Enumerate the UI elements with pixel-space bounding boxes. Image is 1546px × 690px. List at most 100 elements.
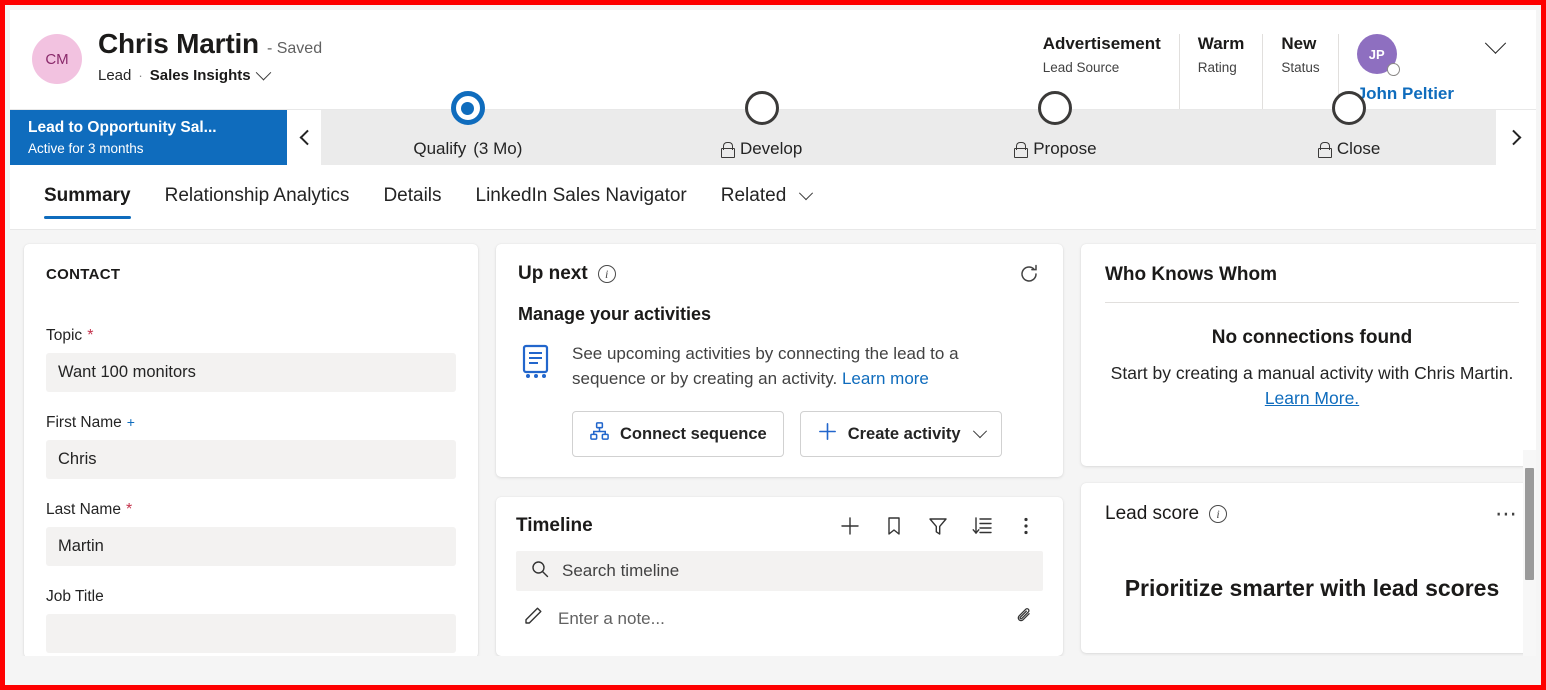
bpf-stage-qualify-duration: (3 Mo) [473, 139, 522, 159]
chevron-down-icon [1484, 32, 1505, 53]
who-knows-whom-empty-description: Start by creating a manual activity with… [1105, 361, 1519, 412]
who-knows-whom-empty-title: No connections found [1105, 327, 1519, 349]
pencil-icon [522, 605, 544, 632]
avatar: JP [1357, 34, 1397, 74]
attachment-icon[interactable] [1015, 606, 1035, 631]
bpf-stage-develop-label: Develop [740, 139, 802, 159]
lead-source-value: Advertisement [1043, 34, 1161, 54]
lock-icon [721, 142, 733, 156]
bpf-process-name: Lead to Opportunity Sal... [28, 119, 271, 137]
screenshot-frame: CM Chris Martin - Saved Lead · Sales Ins… [0, 0, 1546, 690]
vertical-scrollbar[interactable] [1523, 450, 1536, 656]
field-first-name-label: First Name [46, 414, 122, 432]
right-column: Who Knows Whom No connections found Star… [1081, 244, 1536, 656]
lead-score-hero-text: Prioritize smarter with lead scores [1105, 575, 1519, 602]
timeline-note-placeholder: Enter a note... [558, 609, 1001, 629]
search-icon [530, 559, 550, 584]
sequence-icon [589, 421, 610, 447]
page-title: Chris Martin [98, 28, 259, 60]
field-first-name: First Name + Chris [46, 414, 456, 479]
field-last-name-input[interactable]: Martin [46, 527, 456, 566]
sort-icon[interactable] [971, 515, 993, 537]
more-options-icon[interactable]: ⋯ [1495, 503, 1519, 525]
field-job-title: Job Title [46, 588, 456, 653]
lead-score-title: Lead score [1105, 503, 1199, 525]
field-last-name-label: Last Name [46, 501, 121, 519]
bpf-stage-propose-label: Propose [1033, 139, 1096, 159]
lead-score-card: Lead score i ⋯ Prioritize smarter with l… [1081, 483, 1536, 653]
field-job-title-input[interactable] [46, 614, 456, 653]
filter-icon[interactable] [927, 515, 949, 537]
bpf-stage-close[interactable]: Close [1202, 110, 1496, 165]
timeline-search-input[interactable]: Search timeline [516, 551, 1043, 591]
add-icon[interactable] [839, 515, 861, 537]
who-knows-whom-desc-text: Start by creating a manual activity with… [1111, 363, 1514, 383]
entity-type-label: Lead [98, 67, 131, 84]
recommended-marker-icon: + [127, 415, 135, 429]
bpf-previous-button[interactable] [287, 110, 321, 165]
info-icon[interactable]: i [1209, 505, 1227, 523]
form-selector-label[interactable]: Sales Insights [150, 67, 251, 84]
required-marker-icon: * [87, 328, 93, 344]
up-next-description: See upcoming activities by connecting th… [572, 341, 1022, 391]
field-last-name: Last Name * Martin [46, 501, 456, 566]
required-marker-icon: * [126, 502, 132, 518]
connect-sequence-button[interactable]: Connect sequence [572, 411, 784, 457]
status-label: Status [1281, 60, 1319, 75]
bookmark-icon[interactable] [883, 515, 905, 537]
up-next-card: Up next i Manage your activities [496, 244, 1063, 477]
field-topic: Topic * Want 100 monitors [46, 327, 456, 392]
bpf-stage-propose[interactable]: Propose [909, 110, 1203, 165]
tab-details-label: Details [383, 185, 441, 206]
tab-summary[interactable]: Summary [34, 171, 148, 223]
scrollbar-thumb[interactable] [1525, 468, 1534, 580]
tab-linkedin-sales-navigator[interactable]: LinkedIn Sales Navigator [459, 171, 704, 223]
form-tab-list: Summary Relationship Analytics Details L… [10, 165, 1536, 230]
bpf-next-button[interactable] [1496, 110, 1536, 165]
header-expand-button[interactable] [1482, 34, 1508, 60]
bpf-stage-list: Qualify (3 Mo) Develop Propose [321, 110, 1496, 165]
tab-summary-label: Summary [44, 185, 131, 206]
info-icon[interactable]: i [598, 265, 616, 283]
field-topic-input[interactable]: Want 100 monitors [46, 353, 456, 392]
bpf-process-banner[interactable]: Lead to Opportunity Sal... Active for 3 … [10, 110, 287, 165]
tab-related[interactable]: Related [704, 171, 828, 223]
divider [1105, 302, 1519, 303]
status-value: New [1281, 34, 1319, 54]
record-header: CM Chris Martin - Saved Lead · Sales Ins… [10, 10, 1536, 109]
middle-column: Up next i Manage your activities [496, 244, 1063, 656]
stage-circle-icon [1038, 91, 1072, 125]
bpf-stage-develop[interactable]: Develop [615, 110, 909, 165]
timeline-title: Timeline [516, 515, 593, 537]
refresh-icon[interactable] [1017, 262, 1041, 286]
bpf-stage-close-label: Close [1337, 139, 1380, 159]
learn-more-link[interactable]: Learn More. [1265, 388, 1359, 408]
chevron-down-icon[interactable] [255, 65, 271, 81]
record-avatar: CM [32, 34, 82, 84]
tab-linkedin-sales-navigator-label: LinkedIn Sales Navigator [476, 185, 687, 206]
rating-value: Warm [1198, 34, 1245, 54]
record-title-block: Chris Martin - Saved Lead · Sales Insigh… [98, 28, 322, 84]
chevron-right-icon [1505, 130, 1521, 146]
chevron-down-icon [972, 424, 986, 438]
more-options-icon[interactable] [1015, 515, 1037, 537]
form-body: CONTACT Topic * Want 100 monitors First … [10, 230, 1536, 656]
create-activity-label: Create activity [848, 425, 961, 444]
tab-details[interactable]: Details [366, 171, 458, 223]
learn-more-link[interactable]: Learn more [842, 369, 929, 388]
create-activity-button[interactable]: Create activity [800, 411, 1002, 457]
timeline-note-row[interactable]: Enter a note... [516, 591, 1043, 632]
activity-document-icon [518, 343, 556, 381]
who-knows-whom-title: Who Knows Whom [1105, 264, 1519, 302]
bpf-stage-qualify[interactable]: Qualify (3 Mo) [321, 110, 615, 165]
who-knows-whom-card: Who Knows Whom No connections found Star… [1081, 244, 1536, 466]
owner-name-link[interactable]: John Peltier [1357, 84, 1454, 104]
field-first-name-input[interactable]: Chris [46, 440, 456, 479]
tab-relationship-analytics[interactable]: Relationship Analytics [148, 171, 367, 223]
up-next-title: Up next [518, 263, 588, 285]
contact-section-title: CONTACT [46, 266, 456, 283]
connect-sequence-label: Connect sequence [620, 425, 767, 444]
field-topic-label: Topic [46, 327, 82, 345]
business-process-flow: Lead to Opportunity Sal... Active for 3 … [10, 109, 1536, 165]
stage-active-icon [451, 91, 485, 125]
